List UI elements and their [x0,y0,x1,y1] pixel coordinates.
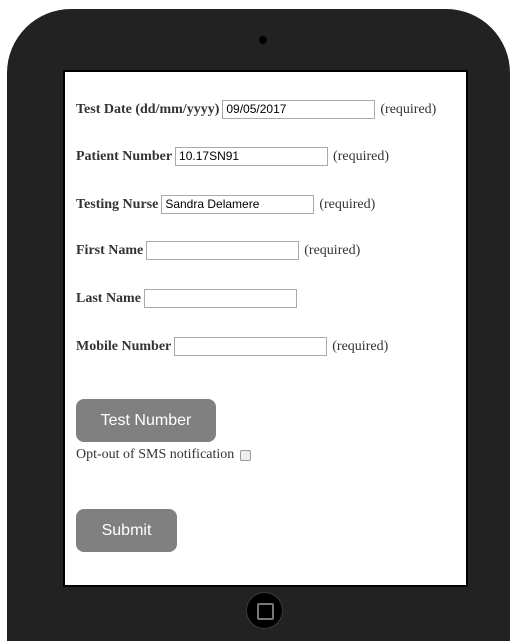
patient-number-field[interactable]: 10.17SN91 [175,147,329,166]
testing-nurse-label: Testing Nurse [76,196,159,212]
test-date-label: Test Date (dd/mm/yyyy) [76,101,220,117]
first-name-label: First Name [76,242,144,258]
form-screen: Test Date (dd/mm/yyyy) 09/05/2017 (requi… [63,70,468,587]
test-number-button[interactable]: Test Number [76,399,216,442]
test-date-row: Test Date (dd/mm/yyyy) 09/05/2017 (requi… [76,100,436,119]
mobile-number-field[interactable] [174,337,328,356]
patient-number-label: Patient Number [76,148,173,164]
test-date-field[interactable]: 09/05/2017 [222,100,376,119]
first-name-row: First Name (required) [76,241,360,260]
mobile-number-row: Mobile Number (required) [76,337,388,356]
last-name-label: Last Name [76,290,141,306]
mobile-number-label: Mobile Number [76,338,172,354]
patient-number-row: Patient Number 10.17SN91 (required) [76,147,389,166]
submit-button[interactable]: Submit [76,509,177,552]
home-button[interactable] [246,592,283,629]
first-name-required: (required) [304,242,361,258]
opt-out-checkbox[interactable] [240,449,252,461]
mobile-number-required: (required) [332,338,389,354]
last-name-field[interactable] [143,289,297,308]
testing-nurse-required: (required) [319,196,376,212]
opt-out-label: Opt-out of SMS notification [76,447,235,462]
home-square-icon [257,603,274,620]
opt-out-row: Opt-out of SMS notification [76,447,252,463]
test-date-required: (required) [380,101,437,117]
testing-nurse-field[interactable]: Sandra Delamere [161,195,315,214]
testing-nurse-row: Testing Nurse Sandra Delamere (required) [76,195,375,214]
first-name-field[interactable] [146,241,300,260]
last-name-row: Last Name [76,289,297,308]
patient-number-required: (required) [333,148,390,164]
camera-icon [259,36,267,44]
